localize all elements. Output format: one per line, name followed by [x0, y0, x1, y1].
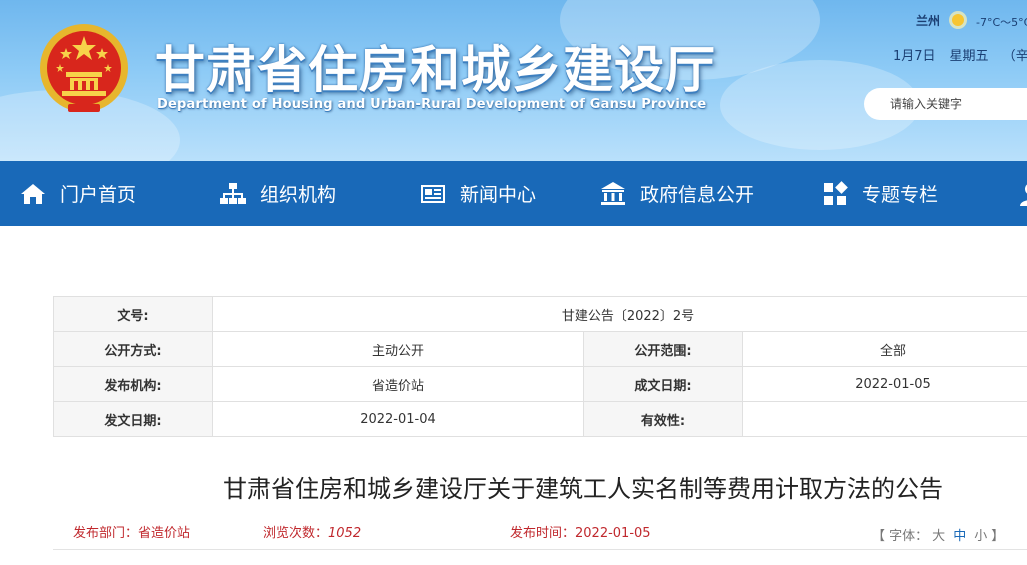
nav-item-label: 专题专栏: [862, 184, 939, 206]
publish-dept: 发布部门：省造价站: [73, 522, 190, 541]
nav-item-gov-info[interactable]: 政府信息公开: [600, 161, 754, 226]
divider: [53, 549, 1027, 550]
nav-item-organization[interactable]: 组织机构: [220, 161, 336, 226]
newspaper-icon: [421, 184, 445, 203]
table-row: 发文日期: 2022-01-04 有效性:: [53, 401, 1027, 437]
font-size-medium-button[interactable]: 中: [953, 529, 966, 544]
national-emblem-icon: [40, 24, 128, 112]
government-building-icon: [601, 181, 625, 205]
site-subtitle: Department of Housing and Urban-Rural De…: [157, 97, 707, 112]
validity-label: 有效性:: [583, 401, 743, 437]
doc-number-label: 文号:: [53, 296, 213, 332]
publisher-label: 发布机构:: [53, 366, 213, 402]
publish-time-label: 发布时间：: [510, 526, 576, 541]
view-count: 浏览次数：1052: [263, 522, 361, 541]
open-mode-label: 公开方式:: [53, 331, 213, 367]
nav-item-label: 组织机构: [260, 184, 337, 206]
table-row: 文号: 甘建公告〔2022〕2号: [53, 296, 1027, 332]
weather-city: 兰州: [916, 14, 941, 28]
view-count-value: 1052: [328, 526, 362, 541]
home-icon: [21, 183, 45, 204]
issue-date-value: 2022-01-04: [212, 401, 584, 437]
table-row: 发布机构: 省造价站 成文日期: 2022-01-05: [53, 366, 1027, 402]
header-banner: 甘肃省住房和城乡建设厅 Department of Housing and Ur…: [0, 0, 1027, 161]
grid-blocks-icon: [824, 180, 848, 205]
validity-value: [742, 401, 1027, 437]
font-size-large-button[interactable]: 大: [932, 529, 945, 544]
publish-dept-value: 省造价站: [138, 526, 191, 541]
written-date-label: 成文日期:: [583, 366, 743, 402]
font-size-small-button[interactable]: 小: [974, 529, 987, 544]
nav-item-label: 政府信息公开: [640, 184, 755, 206]
font-size-control: 【 字体：大中小】: [872, 525, 1004, 544]
open-scope-value: 全部: [742, 331, 1027, 367]
org-chart-icon: [220, 182, 246, 204]
date-weekday: 星期五: [949, 49, 989, 64]
main-nav: 门户首页 组织机构 新闻中心 政府信息公开 专题专栏: [0, 161, 1027, 226]
open-scope-label: 公开范围:: [583, 331, 743, 367]
nav-item-special-topics[interactable]: 专题专栏: [822, 161, 938, 226]
publish-time: 发布时间：2022-01-05: [510, 522, 651, 541]
nav-item-label: 门户首页: [60, 184, 137, 206]
nav-item-more[interactable]: [1018, 161, 1027, 226]
weather-temperature: -7°C～5°C: [976, 16, 1027, 29]
search-input[interactable]: [864, 88, 1027, 120]
doc-number-value: 甘建公告〔2022〕2号: [212, 296, 1027, 332]
issue-date-label: 发文日期:: [53, 401, 213, 437]
written-date-value: 2022-01-05: [742, 366, 1027, 402]
publish-dept-label: 发布部门：: [73, 526, 139, 541]
table-row: 公开方式: 主动公开 公开范围: 全部: [53, 331, 1027, 367]
bracket-open: 【: [872, 529, 886, 544]
nav-item-news[interactable]: 新闻中心: [420, 161, 536, 226]
publisher-value: 省造价站: [212, 366, 584, 402]
article-title: 甘肃省住房和城乡建设厅关于建筑工人实名制等费用计取方法的公告: [223, 475, 943, 503]
view-count-label: 浏览次数：: [263, 526, 329, 541]
date-line: 1月7日 星期五 （辛: [893, 45, 1027, 64]
date-lunar: （辛: [1002, 49, 1027, 64]
sun-icon: [949, 11, 967, 29]
user-icon: [1020, 184, 1027, 206]
document-metadata-table: 文号: 甘建公告〔2022〕2号 公开方式: 主动公开 公开范围: 全部 发布机…: [53, 296, 1027, 437]
nav-item-home[interactable]: 门户首页: [20, 161, 136, 226]
bracket-close: 】: [991, 529, 1005, 544]
open-mode-value: 主动公开: [212, 331, 584, 367]
font-size-label: 字体：: [889, 529, 929, 544]
nav-item-label: 新闻中心: [460, 184, 537, 206]
publish-time-value: 2022-01-05: [575, 526, 651, 541]
site-title: 甘肃省住房和城乡建设厅: [155, 41, 716, 99]
date-day: 1月7日: [893, 49, 936, 64]
